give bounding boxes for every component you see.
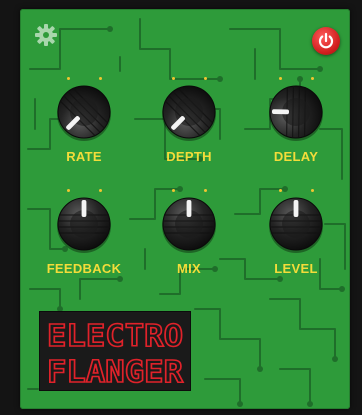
scale-dot	[171, 189, 175, 192]
knob-depth-group: DEPTH	[149, 77, 229, 183]
rate-knob[interactable]	[55, 83, 113, 141]
level-knob[interactable]	[267, 195, 325, 253]
scale-dot	[203, 189, 207, 192]
level-label: LEVEL	[274, 261, 318, 276]
delay-knob[interactable]	[267, 83, 325, 141]
delay-label: DELAY	[273, 149, 319, 164]
scale-dot	[310, 77, 314, 80]
product-logo: ELECTRO FLANGER	[39, 311, 191, 391]
scale-dot	[98, 77, 102, 80]
power-icon	[318, 32, 334, 49]
knob-feedback-group: FEEDBACK	[44, 189, 124, 295]
feedback-knob[interactable]	[55, 195, 113, 253]
rate-label: RATE	[66, 149, 102, 164]
scale-dot	[66, 189, 70, 192]
feedback-label: FEEDBACK	[46, 261, 122, 276]
depth-label: DEPTH	[166, 149, 212, 164]
power-button[interactable]	[312, 27, 340, 55]
depth-knob[interactable]	[160, 83, 218, 141]
scale-dot	[66, 77, 70, 80]
knob-delay-group: DELAY	[256, 77, 336, 183]
mix-knob[interactable]	[160, 195, 218, 253]
logo-line1: ELECTRO	[47, 319, 183, 354]
flanger-pedal: RATE DEPTH DELAY FEEDBACK MIX LEVEL ELEC…	[20, 9, 350, 409]
scale-dot	[310, 189, 314, 192]
scale-dot	[278, 77, 282, 80]
scale-dot	[98, 189, 102, 192]
knob-level-group: LEVEL	[256, 189, 336, 295]
scale-dot	[278, 189, 282, 192]
settings-gear-icon[interactable]	[34, 23, 58, 47]
scale-dot	[203, 77, 207, 80]
logo-line2: FLANGER	[47, 355, 184, 390]
scale-dot	[171, 77, 175, 80]
knob-rate-group: RATE	[44, 77, 124, 183]
mix-label: MIX	[176, 261, 201, 276]
knob-mix-group: MIX	[149, 189, 229, 295]
